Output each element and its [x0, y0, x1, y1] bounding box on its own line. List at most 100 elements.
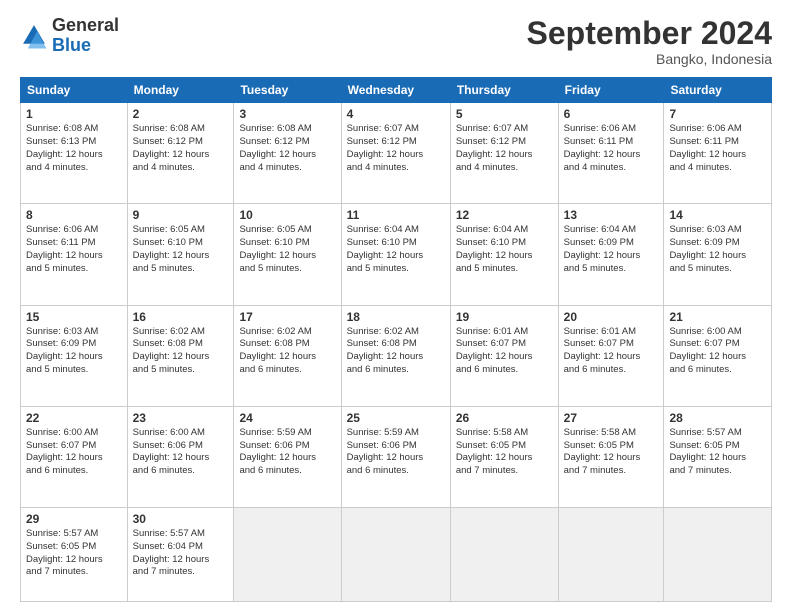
day-number: 13 [564, 208, 659, 222]
day-info: Sunrise: 6:06 AMSunset: 6:11 PMDaylight:… [669, 123, 766, 174]
table-row [341, 507, 450, 601]
day-number: 8 [26, 208, 122, 222]
table-row: 17 Sunrise: 6:02 AMSunset: 6:08 PMDayligh… [234, 305, 341, 406]
table-row: 7 Sunrise: 6:06 AMSunset: 6:11 PMDaylight… [664, 103, 772, 204]
col-saturday: Saturday [664, 78, 772, 103]
table-row: 8 Sunrise: 6:06 AMSunset: 6:11 PMDaylight… [21, 204, 128, 305]
logo-blue-text: Blue [52, 35, 91, 55]
calendar-table: Sunday Monday Tuesday Wednesday Thursday… [20, 77, 772, 602]
day-number: 14 [669, 208, 766, 222]
day-number: 23 [133, 411, 229, 425]
table-row: 4 Sunrise: 6:07 AMSunset: 6:12 PMDaylight… [341, 103, 450, 204]
table-row: 22Sunrise: 6:00 AMSunset: 6:07 PMDayligh… [21, 406, 128, 507]
day-info: Sunrise: 6:08 AMSunset: 6:13 PMDaylight:… [26, 123, 122, 174]
day-number: 12 [456, 208, 553, 222]
table-row: 18 Sunrise: 6:02 AMSunset: 6:08 PMDayligh… [341, 305, 450, 406]
day-number: 7 [669, 107, 766, 121]
table-row: 30 Sunrise: 5:57 AMSunset: 6:04 PMDayligh… [127, 507, 234, 601]
day-number: 16 [133, 310, 229, 324]
logo: General Blue [20, 16, 119, 56]
day-info: Sunrise: 6:02 AMSunset: 6:08 PMDaylight:… [347, 326, 445, 377]
day-info: Sunrise: 6:00 AMSunset: 6:06 PMDaylight:… [133, 427, 229, 478]
day-info: Sunrise: 6:02 AMSunset: 6:08 PMDaylight:… [133, 326, 229, 377]
table-row [664, 507, 772, 601]
title-block: September 2024 Bangko, Indonesia [527, 16, 772, 67]
col-thursday: Thursday [450, 78, 558, 103]
day-info: Sunrise: 5:59 AMSunset: 6:06 PMDaylight:… [239, 427, 335, 478]
col-monday: Monday [127, 78, 234, 103]
day-info: Sunrise: 6:03 AMSunset: 6:09 PMDaylight:… [669, 224, 766, 275]
day-info: Sunrise: 6:06 AMSunset: 6:11 PMDaylight:… [564, 123, 659, 174]
table-row: 29 Sunrise: 5:57 AMSunset: 6:05 PMDayligh… [21, 507, 128, 601]
table-row: 15 Sunrise: 6:03 AMSunset: 6:09 PMDayligh… [21, 305, 128, 406]
day-info: Sunrise: 6:05 AMSunset: 6:10 PMDaylight:… [133, 224, 229, 275]
day-info: Sunrise: 6:06 AMSunset: 6:11 PMDaylight:… [26, 224, 122, 275]
week-row-5: 29 Sunrise: 5:57 AMSunset: 6:05 PMDayligh… [21, 507, 772, 601]
day-number: 18 [347, 310, 445, 324]
weekday-header-row: Sunday Monday Tuesday Wednesday Thursday… [21, 78, 772, 103]
day-number: 15 [26, 310, 122, 324]
day-info: Sunrise: 6:01 AMSunset: 6:07 PMDaylight:… [564, 326, 659, 377]
table-row: 10 Sunrise: 6:05 AMSunset: 6:10 PMDayligh… [234, 204, 341, 305]
day-info: Sunrise: 5:57 AMSunset: 6:05 PMDaylight:… [669, 427, 766, 478]
day-number: 10 [239, 208, 335, 222]
day-number: 30 [133, 512, 229, 526]
table-row: 5 Sunrise: 6:07 AMSunset: 6:12 PMDaylight… [450, 103, 558, 204]
table-row: 21 Sunrise: 6:00 AMSunset: 6:07 PMDayligh… [664, 305, 772, 406]
col-tuesday: Tuesday [234, 78, 341, 103]
logo-general-text: General [52, 15, 119, 35]
table-row: 13Sunrise: 6:04 AMSunset: 6:09 PMDayligh… [558, 204, 664, 305]
day-number: 22 [26, 411, 122, 425]
day-number: 1 [26, 107, 122, 121]
day-info: Sunrise: 5:58 AMSunset: 6:05 PMDaylight:… [564, 427, 659, 478]
day-info: Sunrise: 5:58 AMSunset: 6:05 PMDaylight:… [456, 427, 553, 478]
month-title: September 2024 [527, 16, 772, 51]
day-info: Sunrise: 6:03 AMSunset: 6:09 PMDaylight:… [26, 326, 122, 377]
day-number: 3 [239, 107, 335, 121]
day-info: Sunrise: 6:07 AMSunset: 6:12 PMDaylight:… [456, 123, 553, 174]
day-info: Sunrise: 5:57 AMSunset: 6:04 PMDaylight:… [133, 528, 229, 579]
table-row: 26 Sunrise: 5:58 AMSunset: 6:05 PMDayligh… [450, 406, 558, 507]
day-number: 21 [669, 310, 766, 324]
day-info: Sunrise: 6:05 AMSunset: 6:10 PMDaylight:… [239, 224, 335, 275]
logo-icon [20, 22, 48, 50]
week-row-1: 1 Sunrise: 6:08 AMSunset: 6:13 PMDaylight… [21, 103, 772, 204]
table-row: 14 Sunrise: 6:03 AMSunset: 6:09 PMDayligh… [664, 204, 772, 305]
day-number: 6 [564, 107, 659, 121]
week-row-2: 8 Sunrise: 6:06 AMSunset: 6:11 PMDaylight… [21, 204, 772, 305]
day-info: Sunrise: 6:07 AMSunset: 6:12 PMDaylight:… [347, 123, 445, 174]
table-row: 12Sunrise: 6:04 AMSunset: 6:10 PMDayligh… [450, 204, 558, 305]
page: General Blue September 2024 Bangko, Indo… [0, 0, 792, 612]
day-number: 26 [456, 411, 553, 425]
day-info: Sunrise: 6:00 AMSunset: 6:07 PMDaylight:… [669, 326, 766, 377]
location-subtitle: Bangko, Indonesia [527, 51, 772, 67]
table-row: 9Sunrise: 6:05 AMSunset: 6:10 PMDaylight… [127, 204, 234, 305]
day-number: 2 [133, 107, 229, 121]
header: General Blue September 2024 Bangko, Indo… [20, 16, 772, 67]
table-row: 28Sunrise: 5:57 AMSunset: 6:05 PMDayligh… [664, 406, 772, 507]
day-number: 29 [26, 512, 122, 526]
col-sunday: Sunday [21, 78, 128, 103]
table-row: 2 Sunrise: 6:08 AMSunset: 6:12 PMDaylight… [127, 103, 234, 204]
day-number: 20 [564, 310, 659, 324]
day-info: Sunrise: 6:02 AMSunset: 6:08 PMDaylight:… [239, 326, 335, 377]
day-number: 19 [456, 310, 553, 324]
day-number: 4 [347, 107, 445, 121]
day-number: 17 [239, 310, 335, 324]
table-row [450, 507, 558, 601]
day-info: Sunrise: 6:01 AMSunset: 6:07 PMDaylight:… [456, 326, 553, 377]
table-row: 25Sunrise: 5:59 AMSunset: 6:06 PMDayligh… [341, 406, 450, 507]
week-row-3: 15 Sunrise: 6:03 AMSunset: 6:09 PMDayligh… [21, 305, 772, 406]
table-row: 23 Sunrise: 6:00 AMSunset: 6:06 PMDayligh… [127, 406, 234, 507]
table-row [558, 507, 664, 601]
day-number: 27 [564, 411, 659, 425]
table-row: 6 Sunrise: 6:06 AMSunset: 6:11 PMDaylight… [558, 103, 664, 204]
table-row: 3Sunrise: 6:08 AMSunset: 6:12 PMDaylight… [234, 103, 341, 204]
table-row: 19 Sunrise: 6:01 AMSunset: 6:07 PMDayligh… [450, 305, 558, 406]
day-info: Sunrise: 6:08 AMSunset: 6:12 PMDaylight:… [133, 123, 229, 174]
table-row: 11Sunrise: 6:04 AMSunset: 6:10 PMDayligh… [341, 204, 450, 305]
col-wednesday: Wednesday [341, 78, 450, 103]
day-number: 5 [456, 107, 553, 121]
table-row: 27 Sunrise: 5:58 AMSunset: 6:05 PMDayligh… [558, 406, 664, 507]
day-info: Sunrise: 5:57 AMSunset: 6:05 PMDaylight:… [26, 528, 122, 579]
